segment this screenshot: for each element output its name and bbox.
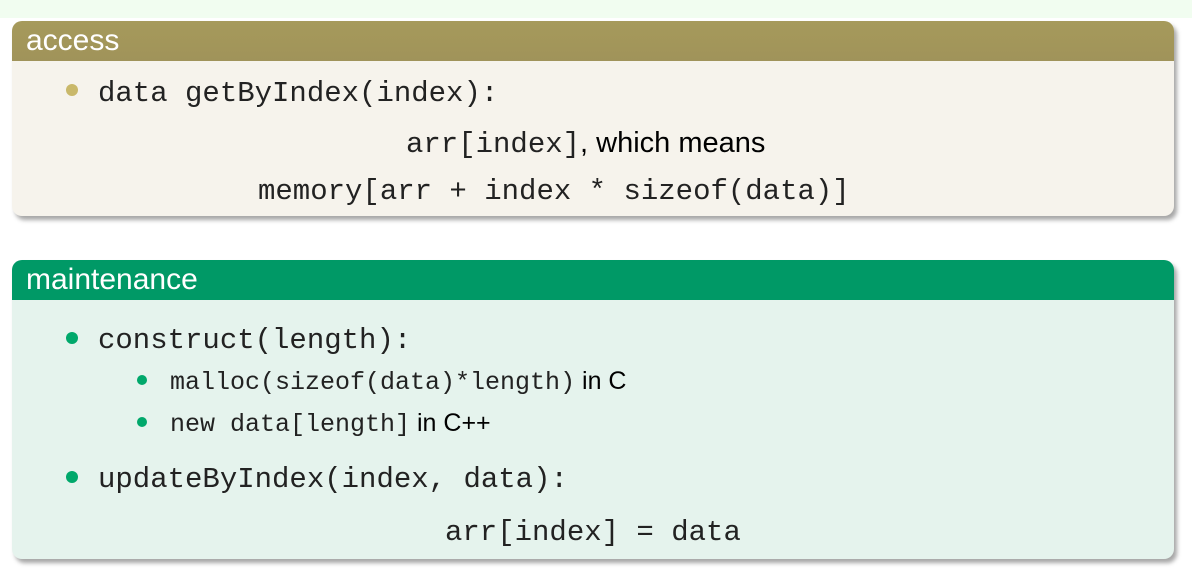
maintenance-sub1-code: malloc(sizeof(data)*length) [170,368,576,397]
access-bullet-code: data getByIndex(index): [98,77,499,110]
access-line2-text: , which means [580,127,766,159]
maintenance-bullet2-code: updateByIndex(index, data): [98,463,568,496]
access-block-title: access [12,21,1174,61]
maintenance-line-code: arr[index] = data [445,516,741,549]
maintenance-block-title: maintenance [12,260,1174,300]
maintenance-sub2: new data[length] in C++ [170,409,491,439]
access-line3-code: memory[arr + index * sizeof(data)] [258,175,850,208]
bullet-icon [137,417,147,427]
maintenance-sub2-code: new data[length] [170,410,411,439]
maintenance-block: maintenance construct(length): malloc(si… [12,260,1174,559]
bullet-icon [66,471,78,483]
access-line2-code: arr[index] [406,128,581,161]
maintenance-sub2-text: in C++ [410,409,491,437]
bullet-icon [137,375,147,385]
bullet-icon [66,84,78,96]
maintenance-bullet1-code: construct(length): [98,324,412,357]
maintenance-sub1-text: in C [575,367,627,395]
maintenance-sub1: malloc(sizeof(data)*length) in C [170,367,626,397]
access-block: access data getByIndex(index): arr[index… [12,21,1174,216]
access-line2: arr[index], which means [406,127,765,161]
top-band [0,0,1192,18]
bullet-icon [66,332,78,344]
